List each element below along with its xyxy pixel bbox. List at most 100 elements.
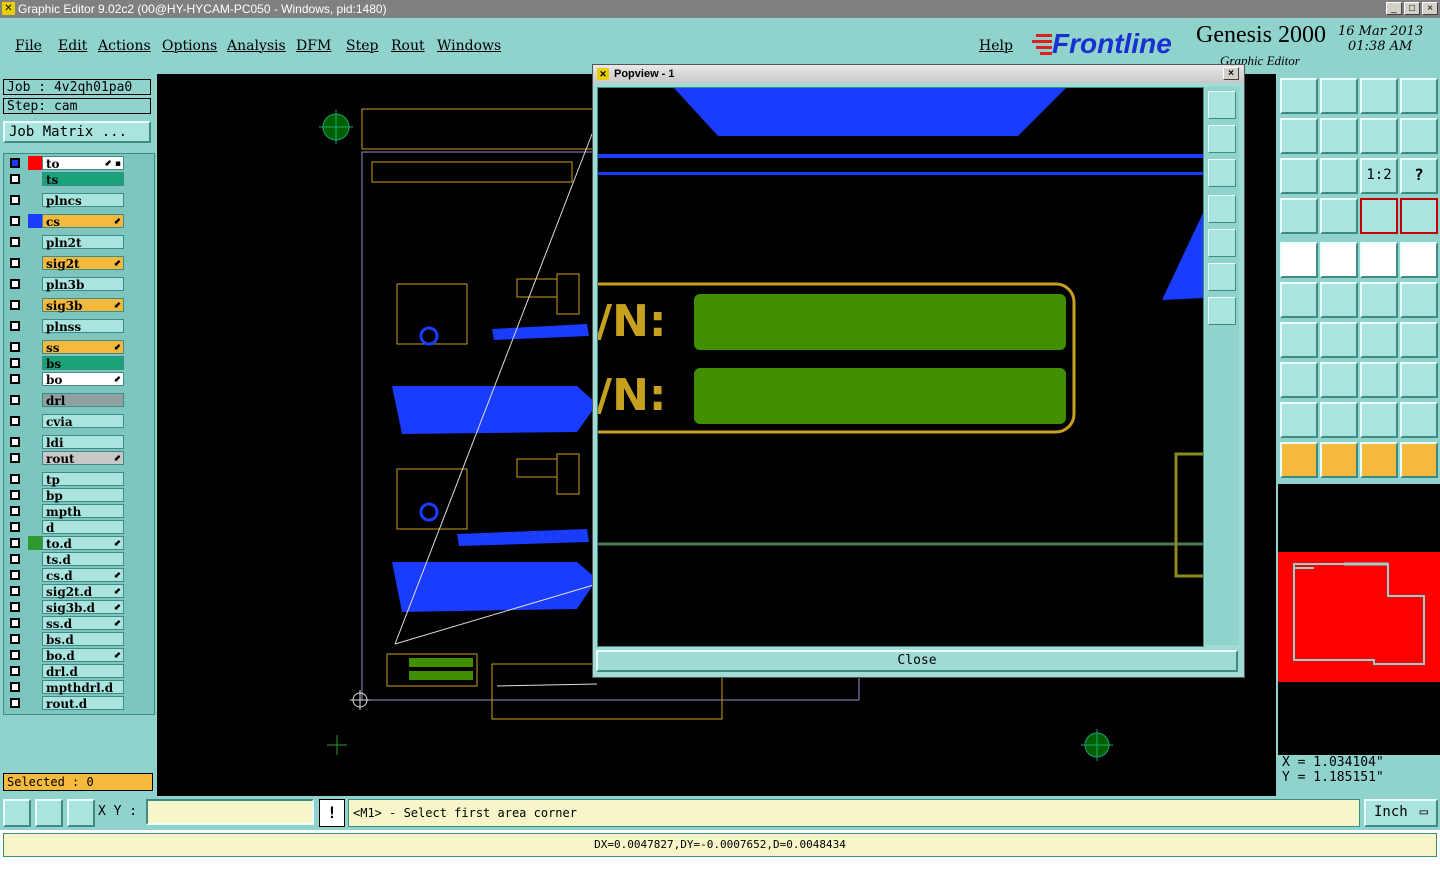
layer-checkbox[interactable] — [10, 682, 20, 692]
triangle-bold-icon-button[interactable] — [1360, 402, 1398, 438]
layer-row-pln3b[interactable]: pln3b — [4, 277, 154, 292]
layer-checkbox[interactable] — [10, 258, 20, 268]
popview-close-button[interactable]: Close — [596, 650, 1238, 672]
layer-checkbox[interactable] — [10, 395, 20, 405]
angle-icon-button[interactable] — [1280, 322, 1318, 358]
snap-toggle-icon[interactable] — [3, 799, 31, 827]
layer-checkbox[interactable] — [10, 237, 20, 247]
menu-step[interactable]: Step — [346, 38, 378, 54]
menu-windows[interactable]: Windows — [437, 38, 501, 54]
layer-row-cs-d[interactable]: cs.d ⬋ — [4, 568, 154, 583]
layer-name[interactable]: drl — [42, 393, 124, 408]
layer-checkbox[interactable] — [10, 634, 20, 644]
triangle-mirror-icon-button[interactable] — [1400, 402, 1438, 438]
pointer-select-icon-button[interactable] — [1360, 442, 1398, 478]
layer-checkbox[interactable] — [10, 358, 20, 368]
ratio-icon-button[interactable]: 1:2 — [1360, 158, 1398, 194]
layer-checkbox[interactable] — [10, 321, 20, 331]
triangle-icon-button[interactable] — [1280, 402, 1318, 438]
panel-icon-button[interactable] — [1400, 78, 1438, 114]
layer-checkbox[interactable] — [10, 437, 20, 447]
popview-zoom-out-button[interactable] — [1208, 159, 1236, 187]
pointer-net-icon-button[interactable] — [1400, 442, 1438, 478]
area-select-icon-button[interactable] — [1320, 242, 1358, 278]
layer-row-sig3b-d[interactable]: sig3b.d ⬋ — [4, 600, 154, 615]
minimize-button[interactable]: _ — [1386, 2, 1402, 15]
layer-checkbox[interactable] — [10, 698, 20, 708]
pan-right-icon-button[interactable] — [1320, 118, 1358, 154]
layer-select-alt-icon-button[interactable] — [1400, 198, 1438, 234]
layer-row-ss[interactable]: ss ⬋ — [4, 340, 154, 355]
pan-left-icon-button[interactable] — [1280, 118, 1318, 154]
layer-row-tp[interactable]: tp — [4, 472, 154, 487]
popview-center-button[interactable] — [1208, 297, 1236, 325]
layer-row-bs-d[interactable]: bs.d — [4, 632, 154, 647]
snap-icon-button[interactable] — [1280, 362, 1318, 398]
layer-checkbox[interactable] — [10, 602, 20, 612]
triangle-alt-icon-button[interactable] — [1320, 402, 1358, 438]
layer-name[interactable]: drl.d — [42, 664, 124, 679]
text-icon-button[interactable] — [1400, 322, 1438, 358]
layer-name[interactable]: ldi — [42, 435, 124, 450]
layer-row-drl-d[interactable]: drl.d — [4, 664, 154, 679]
layer-checkbox[interactable] — [10, 300, 20, 310]
menu-file[interactable]: File — [15, 38, 42, 54]
layer-checkbox[interactable] — [10, 666, 20, 676]
settings-icon-button[interactable] — [1280, 198, 1318, 234]
layer-name[interactable]: plnss — [42, 319, 124, 334]
layer-checkbox[interactable] — [10, 453, 20, 463]
connect-icon-button[interactable] — [1280, 282, 1318, 318]
layer-row-plnss[interactable]: plnss — [4, 319, 154, 334]
cross-icon-button[interactable] — [1320, 282, 1358, 318]
swap-icon-button[interactable] — [1400, 118, 1438, 154]
popview-zoom-in-button[interactable] — [1208, 125, 1236, 153]
layer-checkbox[interactable] — [10, 522, 20, 532]
layer-checkbox[interactable] — [10, 416, 20, 426]
layer-checkbox[interactable] — [10, 618, 20, 628]
layer-checkbox[interactable] — [10, 174, 20, 184]
layer-row-bs[interactable]: bs — [4, 356, 154, 371]
layer-checkbox[interactable] — [10, 490, 20, 500]
menu-analysis[interactable]: Analysis — [227, 38, 286, 54]
layer-row-drl[interactable]: drl — [4, 393, 154, 408]
layer-name[interactable]: pln2t — [42, 235, 124, 250]
popview-fit-button[interactable] — [1208, 263, 1236, 291]
layer-checkbox[interactable] — [10, 474, 20, 484]
menu-dfm[interactable]: DFM — [296, 38, 331, 54]
layer-name[interactable]: bs.d — [42, 632, 124, 647]
center-icon-button[interactable] — [1320, 158, 1358, 194]
layer-color-swatch[interactable] — [28, 536, 42, 550]
layer-name[interactable]: sig2t ⬋ — [42, 256, 124, 271]
layer-row-ts[interactable]: ts — [4, 172, 154, 187]
layer-checkbox[interactable] — [10, 554, 20, 564]
layer-checkbox[interactable] — [10, 570, 20, 580]
layer-row-bo-d[interactable]: bo.d ⬋ — [4, 648, 154, 663]
layer-row-sig2t[interactable]: sig2t ⬋ — [4, 256, 154, 271]
layer-row-cvia[interactable]: cvia — [4, 414, 154, 429]
popview-pan-right-button[interactable] — [1208, 229, 1236, 257]
layer-name[interactable]: bs — [42, 356, 124, 371]
layer-row-plncs[interactable]: plncs — [4, 193, 154, 208]
layer-row-bp[interactable]: bp — [4, 488, 154, 503]
layer-row-rout-d[interactable]: rout.d — [4, 696, 154, 711]
home-icon-button[interactable] — [1280, 78, 1318, 114]
measure-toggle-icon[interactable] — [35, 799, 63, 827]
layer-checkbox[interactable] — [10, 506, 20, 516]
warning-button[interactable]: ! — [319, 799, 345, 827]
minimap[interactable] — [1278, 552, 1440, 682]
layer-name[interactable]: ss.d ⬋ — [42, 616, 124, 631]
dimension-icon-button[interactable] — [1360, 362, 1398, 398]
layer-name[interactable]: ts — [42, 172, 124, 187]
grid-toggle-icon[interactable] — [67, 799, 95, 827]
job-matrix-button[interactable]: Job Matrix ... — [3, 121, 151, 143]
layer-checkbox[interactable] — [10, 216, 20, 226]
layer-row-sig3b[interactable]: sig3b ⬋ — [4, 298, 154, 313]
help-icon-button[interactable]: ? — [1400, 158, 1438, 194]
layer-name[interactable]: pln3b — [42, 277, 124, 292]
menu-actions[interactable]: Actions — [98, 38, 151, 54]
layer-row-sig2t-d[interactable]: sig2t.d ⬋ — [4, 584, 154, 599]
unit-selector[interactable]: Inch ▭ — [1364, 799, 1438, 827]
layer-name[interactable]: to ⬋ ▪ — [42, 156, 124, 171]
popview-pan-left-button[interactable] — [1208, 195, 1236, 223]
layer-checkbox[interactable] — [10, 538, 20, 548]
